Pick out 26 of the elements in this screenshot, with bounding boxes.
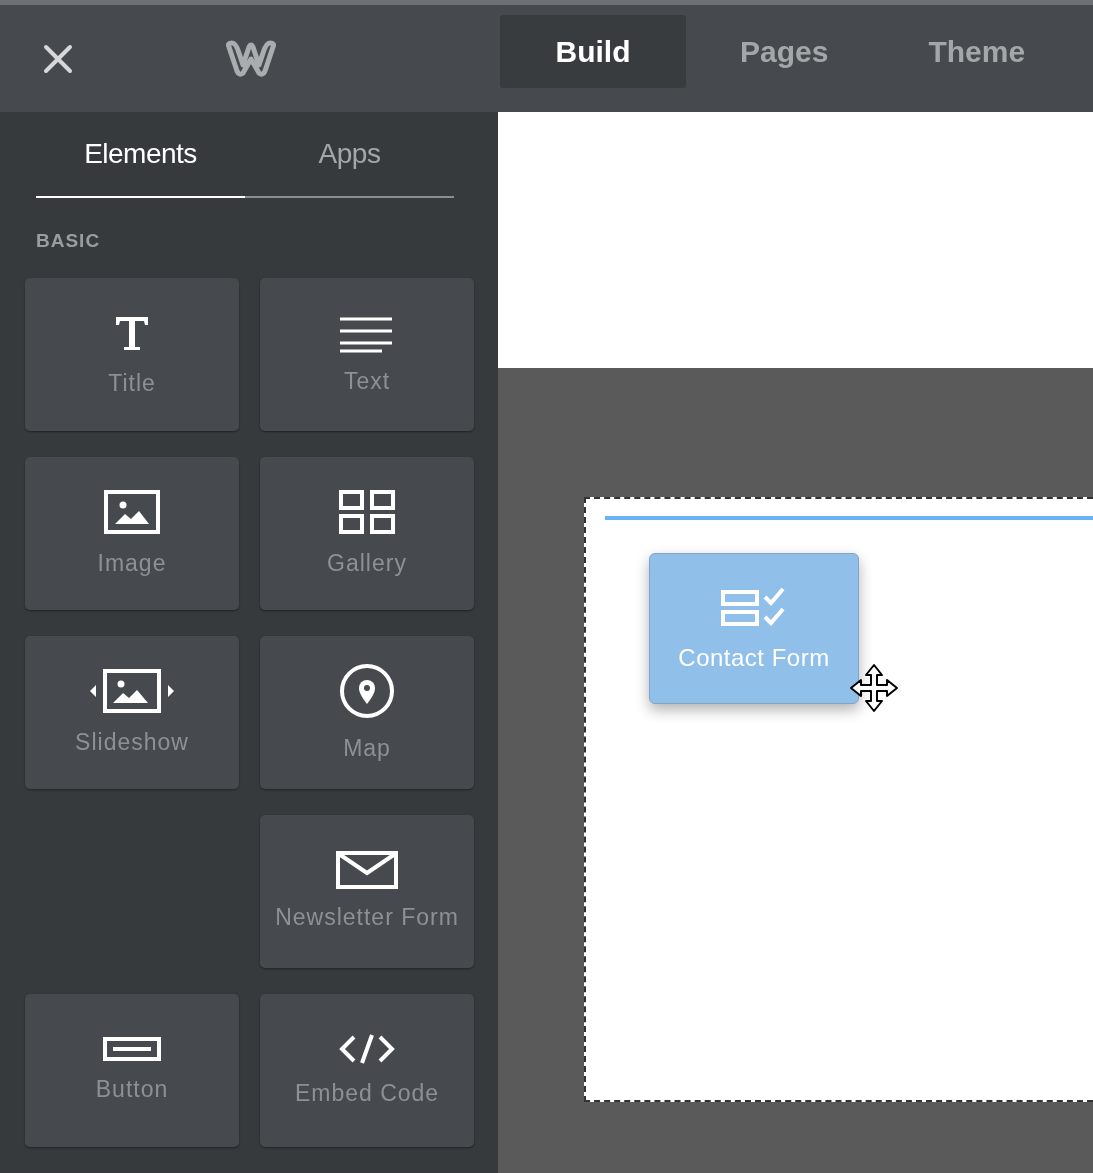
section-heading: BASIC bbox=[36, 230, 102, 252]
slideshow-icon bbox=[88, 668, 176, 714]
location-pin-icon bbox=[338, 662, 396, 720]
dragged-element-tile[interactable]: Contact Form bbox=[649, 553, 859, 704]
sidebar-tab[interactable]: Elements bbox=[36, 112, 245, 198]
element-tile[interactable]: Image bbox=[25, 457, 239, 610]
element-tile[interactable]: Slideshow bbox=[25, 636, 239, 789]
close-icon[interactable] bbox=[43, 43, 73, 74]
logo-icon[interactable] bbox=[223, 38, 279, 79]
element-tile[interactable]: Title bbox=[25, 278, 239, 431]
envelope-icon bbox=[336, 851, 398, 889]
top-tab[interactable]: Theme bbox=[882, 15, 1072, 88]
top-tab[interactable]: Build bbox=[500, 15, 686, 88]
element-tile[interactable]: Embed Code bbox=[260, 994, 474, 1147]
element-tile[interactable]: Button bbox=[25, 994, 239, 1147]
code-icon bbox=[338, 1033, 396, 1065]
element-tile[interactable]: Gallery bbox=[260, 457, 474, 610]
element-tile[interactable]: Map bbox=[260, 636, 474, 789]
move-cursor-icon bbox=[849, 663, 899, 713]
button-icon bbox=[103, 1037, 161, 1061]
top-tab[interactable]: Pages bbox=[694, 15, 875, 88]
element-tile[interactable]: Newsletter Form bbox=[260, 815, 474, 968]
element-tile[interactable]: Text bbox=[260, 278, 474, 431]
sidebar-tab[interactable]: Apps bbox=[245, 112, 454, 198]
grid-icon bbox=[338, 489, 396, 535]
image-icon bbox=[103, 489, 161, 535]
